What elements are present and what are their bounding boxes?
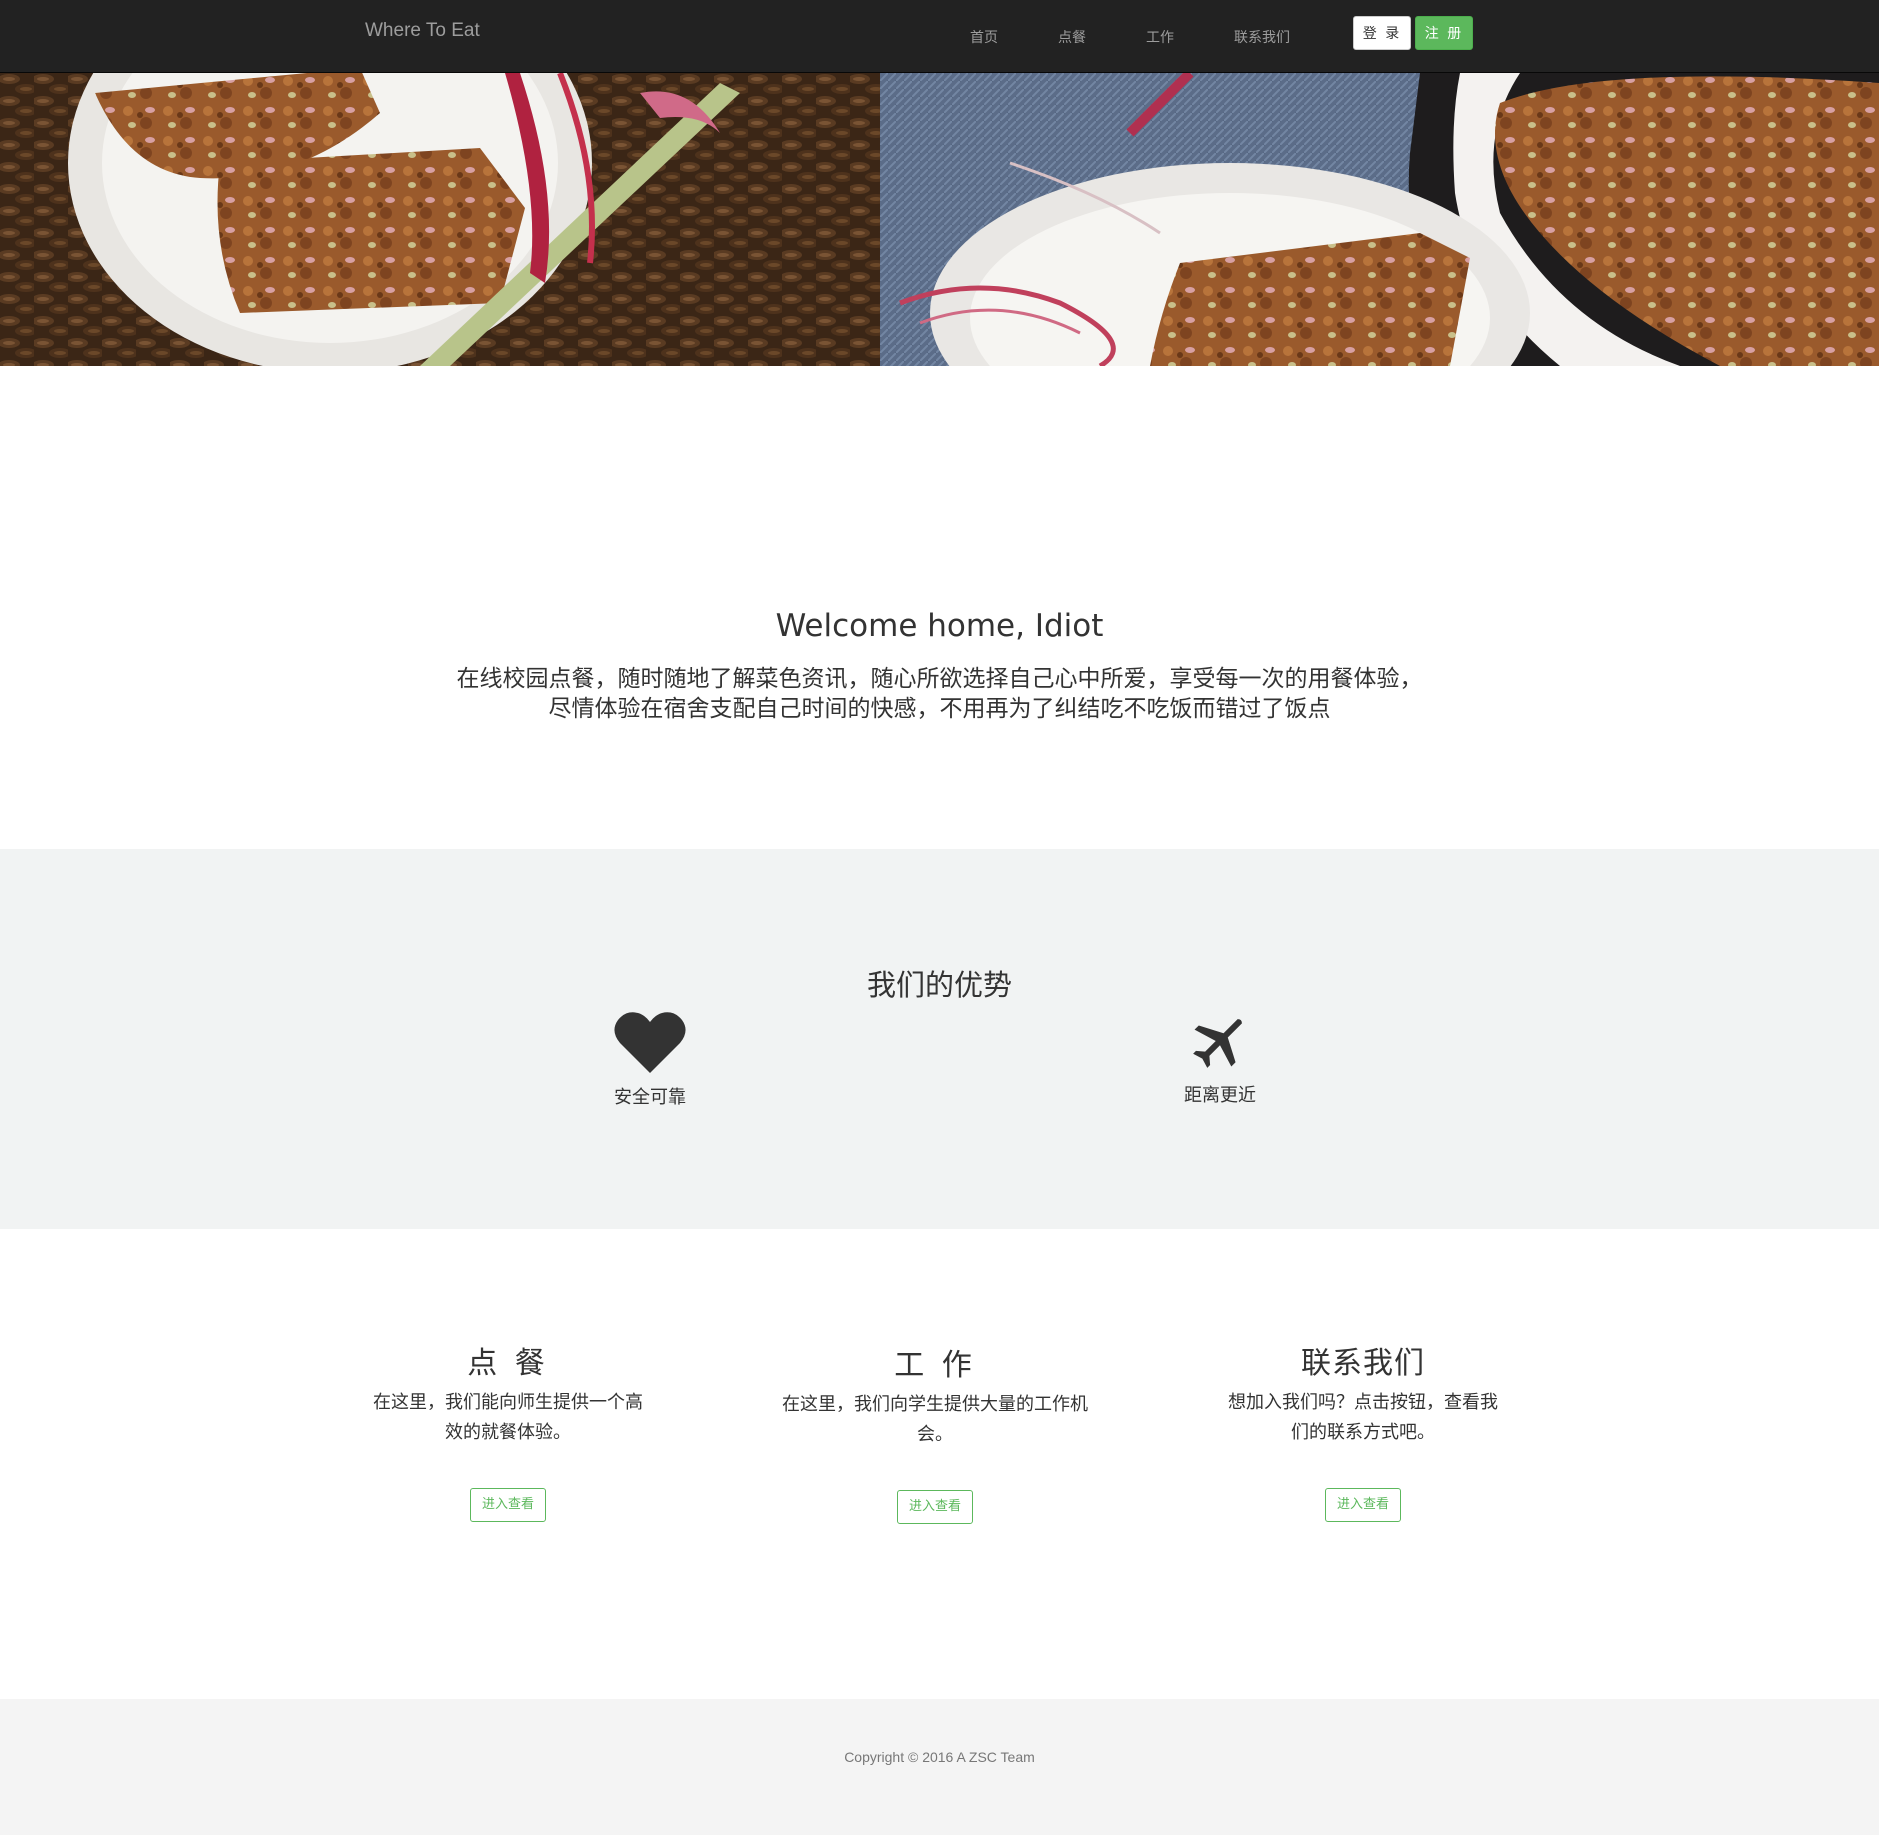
nav-link-order[interactable]: 点餐 — [1028, 27, 1116, 47]
register-button[interactable]: 注 册 — [1415, 16, 1473, 50]
service-card-order: 点 餐 在这里，我们能向师生提供一个高效的就餐体验。 进入查看 — [370, 1344, 646, 1522]
order-view-button[interactable]: 进入查看 — [469, 1488, 546, 1522]
welcome-section: Welcome home, Idiot 在线校园点餐，随时随地了解菜色资讯，随心… — [0, 366, 1879, 849]
service-title: 点 餐 — [467, 1346, 549, 1381]
copyright-text: Copyright © 2016 A ZSC Team — [844, 1749, 1035, 1765]
services-section: 点 餐 在这里，我们能向师生提供一个高效的就餐体验。 进入查看 工 作 在这里，… — [0, 1229, 1879, 1699]
service-title: 工 作 — [894, 1348, 976, 1383]
top-navbar: Where To Eat 首页 点餐 工作 联系我们 登 录 注 册 — [0, 0, 1879, 73]
welcome-heading: Welcome home, Idiot — [775, 608, 1104, 644]
page-footer: Copyright © 2016 A ZSC Team — [0, 1699, 1879, 1835]
hero-banner-image — [0, 73, 1879, 366]
service-description: 在这里，我们能向师生提供一个高效的就餐体验。 — [373, 1392, 643, 1443]
nav-links: 首页 点餐 工作 联系我们 — [940, 0, 1320, 73]
service-card-work: 工 作 在这里，我们向学生提供大量的工作机会。 进入查看 — [775, 1346, 1095, 1524]
advantage-item-near: 距离更近 — [1140, 1011, 1300, 1107]
advantage-label: 距离更近 — [1184, 1085, 1256, 1106]
contact-view-button[interactable]: 进入查看 — [1324, 1488, 1401, 1522]
service-card-contact: 联系我们 想加入我们吗？点击按钮，查看我们的联系方式吧。 进入查看 — [1228, 1344, 1498, 1522]
service-title: 联系我们 — [1301, 1346, 1425, 1381]
advantages-section: 我们的优势 安全可靠 距离更近 — [0, 849, 1879, 1229]
brand-logo-text[interactable]: Where To Eat — [365, 20, 480, 42]
service-description: 想加入我们吗？点击按钮，查看我们的联系方式吧。 — [1228, 1392, 1498, 1443]
welcome-description: 在线校园点餐，随时随地了解菜色资讯，随心所欲选择自己心中所爱，享受每一次的用餐体… — [456, 666, 1423, 722]
airplane-icon — [1193, 1019, 1242, 1068]
work-view-button[interactable]: 进入查看 — [896, 1490, 973, 1524]
advantage-label: 安全可靠 — [614, 1087, 686, 1108]
advantages-heading: 我们的优势 — [866, 968, 1012, 1002]
nav-link-work[interactable]: 工作 — [1116, 27, 1204, 47]
advantage-item-safe: 安全可靠 — [570, 1011, 730, 1109]
heart-icon — [614, 1012, 686, 1073]
nav-link-contact[interactable]: 联系我们 — [1204, 27, 1320, 47]
food-photo-illustration — [0, 73, 1879, 366]
service-description: 在这里，我们向学生提供大量的工作机会。 — [782, 1394, 1088, 1445]
nav-link-home[interactable]: 首页 — [940, 27, 1028, 47]
login-button[interactable]: 登 录 — [1353, 16, 1411, 50]
